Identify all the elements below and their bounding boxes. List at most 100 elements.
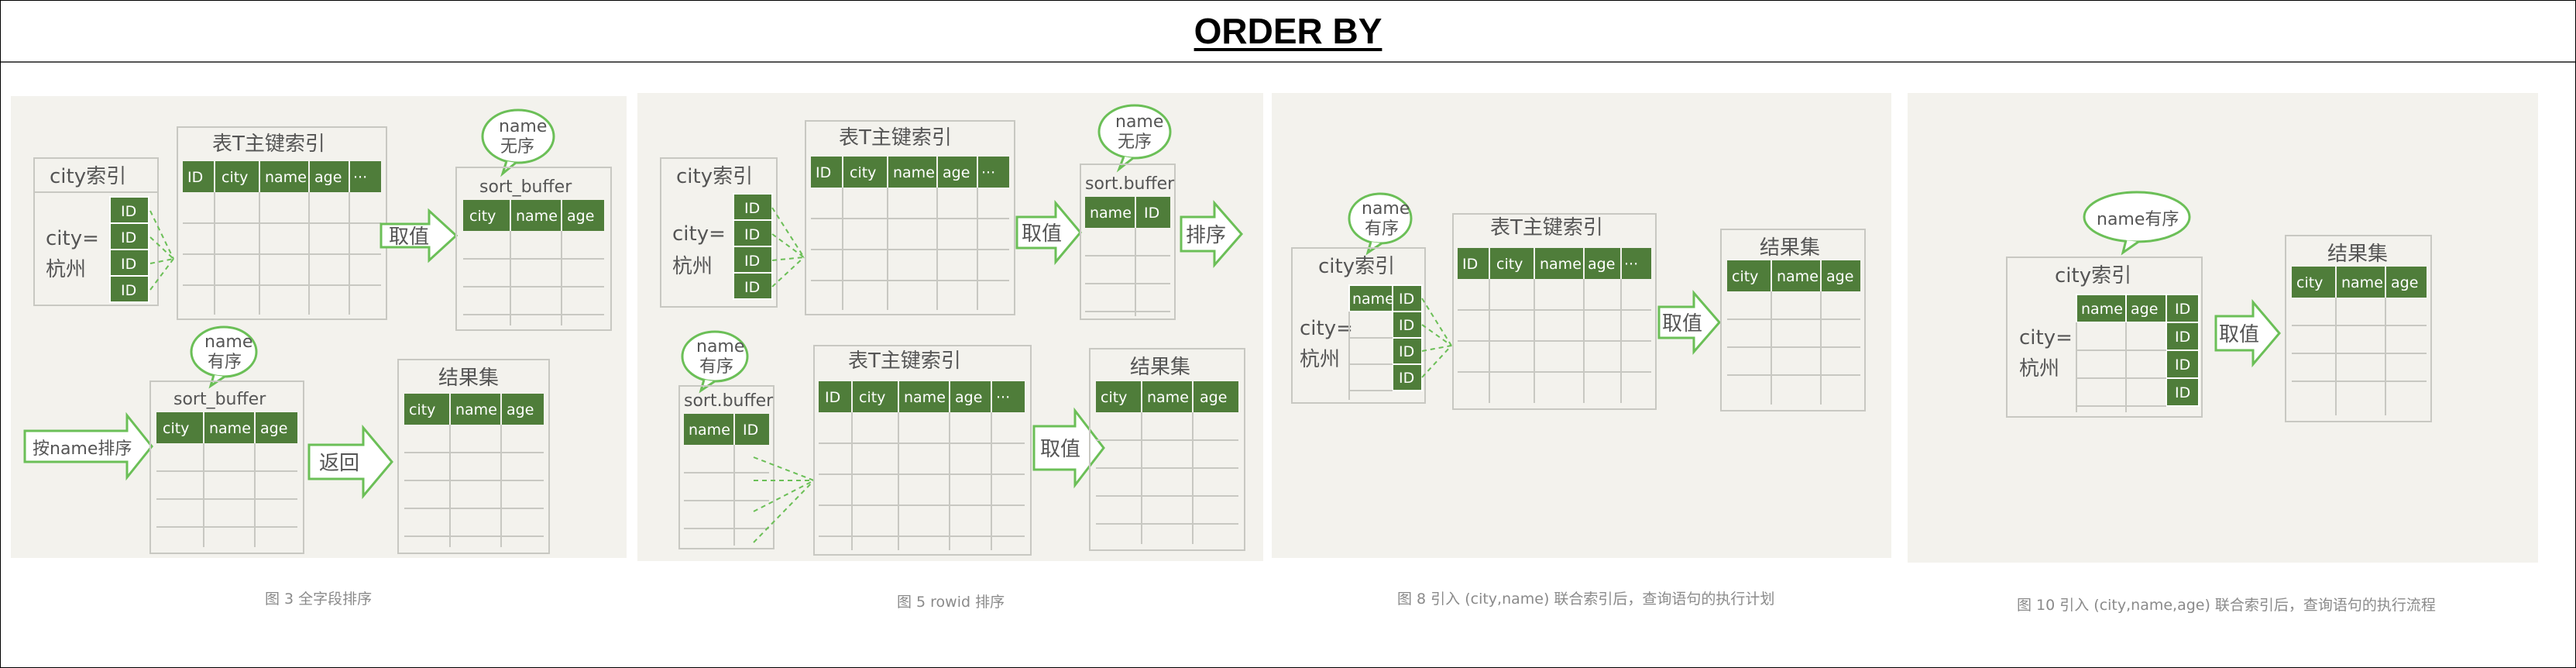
pk-index-bottom: 表T主键索引 ID city name age ···	[813, 345, 1032, 556]
svg-text:name: name	[1147, 389, 1189, 406]
figure-5-diagram: city索引 city= 杭州 ID ID ID ID 表T主键索引 ID ci…	[660, 104, 1245, 556]
sort-by-name-arrow: 按name排序	[23, 411, 153, 481]
name-sorted-bubble-1: name 有序	[190, 325, 258, 389]
svg-text:name: name	[1090, 205, 1132, 222]
name-unsorted-bubble: name 无序	[1097, 104, 1172, 173]
svg-text:杭州: 杭州	[672, 255, 713, 278]
svg-text:age: age	[260, 420, 287, 437]
name-sorted-bubble-3: name 有序	[1348, 192, 1413, 256]
svg-text:age: age	[314, 169, 342, 186]
svg-text:city: city	[859, 389, 885, 406]
svg-text:结果集: 结果集	[438, 367, 499, 390]
svg-text:无序: 无序	[1118, 133, 1152, 152]
svg-text:ID: ID	[121, 203, 136, 220]
svg-text:表T主键索引: 表T主键索引	[212, 133, 325, 156]
name-unsorted-bubble: name 无序	[481, 108, 555, 177]
svg-text:name: name	[2081, 301, 2123, 318]
pk-index: 表T主键索引 ID city name age ···	[177, 126, 387, 320]
svg-text:name: name	[1352, 291, 1394, 308]
svg-text:age: age	[1200, 389, 1227, 406]
svg-text:ID: ID	[744, 253, 760, 270]
svg-text:name: name	[209, 420, 251, 437]
svg-text:age: age	[567, 208, 594, 225]
svg-text:排序: 排序	[1186, 224, 1226, 247]
svg-text:sort_buffer: sort_buffer	[479, 177, 572, 197]
svg-text:city索引: city索引	[1318, 255, 1395, 278]
svg-text:sort.buffer: sort.buffer	[1085, 174, 1175, 194]
name-sorted-bubble-2: name 有序	[681, 330, 749, 394]
sort-buffer-1: sort_buffer city name age	[455, 167, 612, 331]
svg-text:杭州: 杭州	[2019, 357, 2059, 380]
svg-text:杭州: 杭州	[1300, 348, 1340, 371]
svg-text:city索引: city索引	[2055, 264, 2131, 288]
svg-text:age: age	[2131, 301, 2158, 318]
page-title: ORDER BY	[1194, 11, 1382, 51]
svg-text:city=: city=	[672, 222, 726, 246]
svg-text:age: age	[955, 389, 982, 406]
svg-text:···: ···	[353, 169, 367, 186]
sort-arrow: 排序	[1180, 200, 1243, 268]
svg-text:name: name	[1362, 199, 1410, 219]
svg-text:···: ···	[981, 164, 995, 181]
svg-text:ID: ID	[1399, 370, 1414, 387]
svg-text:有序: 有序	[1365, 219, 1399, 239]
svg-text:city: city	[222, 169, 248, 186]
svg-text:city: city	[1496, 256, 1523, 273]
svg-text:ID: ID	[1462, 256, 1478, 273]
svg-text:ID: ID	[121, 229, 136, 246]
city-name-index: city索引 city= 杭州 name ID ID ID ID	[1291, 247, 1426, 404]
svg-text:表T主键索引: 表T主键索引	[839, 126, 952, 150]
svg-text:ID: ID	[1144, 205, 1159, 222]
svg-text:name有序: name有序	[2097, 210, 2179, 229]
dashed-arrows	[149, 210, 174, 291]
svg-text:有序: 有序	[208, 353, 242, 372]
figure-3-panel: city索引 city= 杭州 ID ID ID ID 表T主键索引 ID ci…	[11, 96, 627, 558]
svg-text:···: ···	[996, 389, 1010, 406]
svg-text:city: city	[409, 401, 435, 418]
svg-text:无序: 无序	[500, 137, 534, 157]
svg-text:ID: ID	[2175, 384, 2190, 401]
svg-text:city: city	[469, 208, 496, 225]
sort-buffer-top: sort.buffer name ID	[1080, 164, 1176, 320]
svg-text:city: city	[1101, 389, 1127, 406]
svg-text:name: name	[265, 169, 307, 186]
result-set-3: 结果集 city name age	[1720, 229, 1866, 411]
svg-text:ID: ID	[2175, 356, 2190, 374]
svg-text:表T主键索引: 表T主键索引	[1490, 216, 1603, 239]
svg-text:city: city	[1732, 268, 1758, 285]
svg-text:返回: 返回	[319, 452, 359, 475]
sort-buffer-bottom: sort.buffer name ID	[678, 385, 775, 549]
figure-5-caption: 图 5 rowid 排序	[897, 594, 1005, 611]
svg-text:···: ···	[1624, 256, 1638, 273]
svg-text:ID: ID	[121, 282, 136, 299]
result-set-1: 结果集 city name age	[397, 359, 550, 554]
fetch-arrow: 取值	[380, 208, 459, 263]
figure-8-caption: 图 8 引入 (city,name) 联合索引后，查询语句的执行计划	[1397, 591, 1775, 608]
svg-text:ID: ID	[2175, 329, 2190, 346]
city-index: city索引 city= 杭州 ID ID ID ID	[660, 157, 778, 308]
svg-text:ID: ID	[825, 389, 840, 406]
svg-text:ID: ID	[121, 256, 136, 273]
svg-text:city索引: city索引	[50, 165, 126, 188]
city-name-age-index: city索引 city= 杭州 name age ID ID ID ID	[2006, 257, 2203, 418]
svg-text:name: name	[204, 332, 252, 352]
svg-text:取值: 取值	[1662, 312, 1702, 336]
svg-text:name: name	[499, 117, 547, 136]
svg-text:name: name	[516, 208, 558, 225]
svg-text:ID: ID	[2175, 301, 2190, 318]
svg-text:结果集: 结果集	[2327, 243, 2388, 266]
name-sorted-bubble-4: name有序	[2083, 191, 2191, 256]
svg-text:name: name	[1540, 256, 1582, 273]
svg-text:age: age	[1826, 268, 1853, 285]
svg-text:name: name	[689, 422, 730, 439]
svg-text:age: age	[2391, 274, 2418, 291]
svg-text:ID: ID	[816, 164, 831, 181]
svg-text:ID: ID	[1399, 291, 1414, 308]
figure-5-panel: city索引 city= 杭州 ID ID ID ID 表T主键索引 ID ci…	[637, 93, 1263, 561]
result-set-4: 结果集 city name age	[2285, 235, 2432, 422]
svg-text:sort_buffer: sort_buffer	[173, 390, 266, 409]
title-bar: ORDER BY	[1, 1, 2575, 63]
svg-text:ID: ID	[743, 422, 758, 439]
svg-text:name: name	[893, 164, 935, 181]
pk-index-top: 表T主键索引 ID city name age ···	[805, 120, 1015, 315]
